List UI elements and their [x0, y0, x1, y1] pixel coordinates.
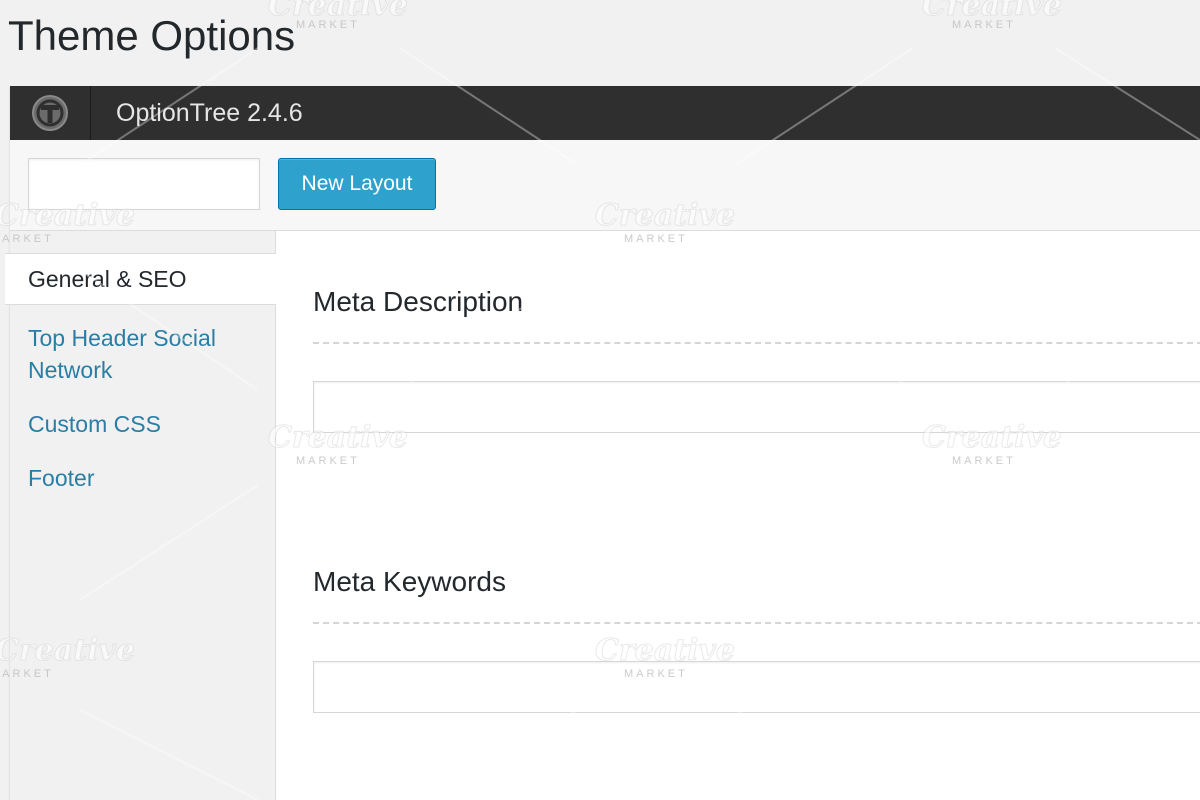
theme-options-page: Theme Options OptionTree 2.4.6 New Layou… — [0, 0, 1200, 800]
section-divider — [313, 342, 1200, 344]
layout-toolbar: New Layout — [10, 140, 1200, 231]
meta-keywords-field[interactable] — [313, 661, 1200, 713]
meta-description-title: Meta Description — [313, 286, 524, 317]
optiontree-logo — [10, 86, 91, 140]
optiontree-version: OptionTree 2.4.6 — [116, 99, 303, 127]
sidebar-item-custom-css[interactable]: Custom CSS — [28, 408, 268, 440]
optiontree-panel: OptionTree 2.4.6 New Layout General & SE… — [5, 86, 1200, 800]
svg-text:MARKET: MARKET — [296, 19, 360, 31]
options-sidebar: General & SEO Top Header Social Network … — [5, 231, 276, 800]
optiontree-header: OptionTree 2.4.6 — [10, 86, 1200, 140]
new-layout-button[interactable]: New Layout — [278, 158, 436, 210]
page-title: Theme Options — [8, 12, 296, 59]
svg-text:Creative: Creative — [922, 0, 1062, 23]
layout-name-input[interactable] — [28, 158, 260, 210]
svg-text:MARKET: MARKET — [952, 19, 1016, 31]
sidebar-item-general-seo[interactable]: General & SEO — [5, 253, 276, 305]
meta-keywords-title: Meta Keywords — [313, 566, 506, 597]
sidebar-item-top-header-social-network[interactable]: Top Header Social Network — [28, 322, 268, 386]
meta-description-field[interactable] — [313, 381, 1200, 433]
options-content: Meta Description Meta Keywords — [276, 231, 1200, 800]
optiontree-logo-icon — [32, 95, 68, 131]
section-divider — [313, 622, 1200, 624]
sidebar-item-footer[interactable]: Footer — [28, 462, 268, 494]
